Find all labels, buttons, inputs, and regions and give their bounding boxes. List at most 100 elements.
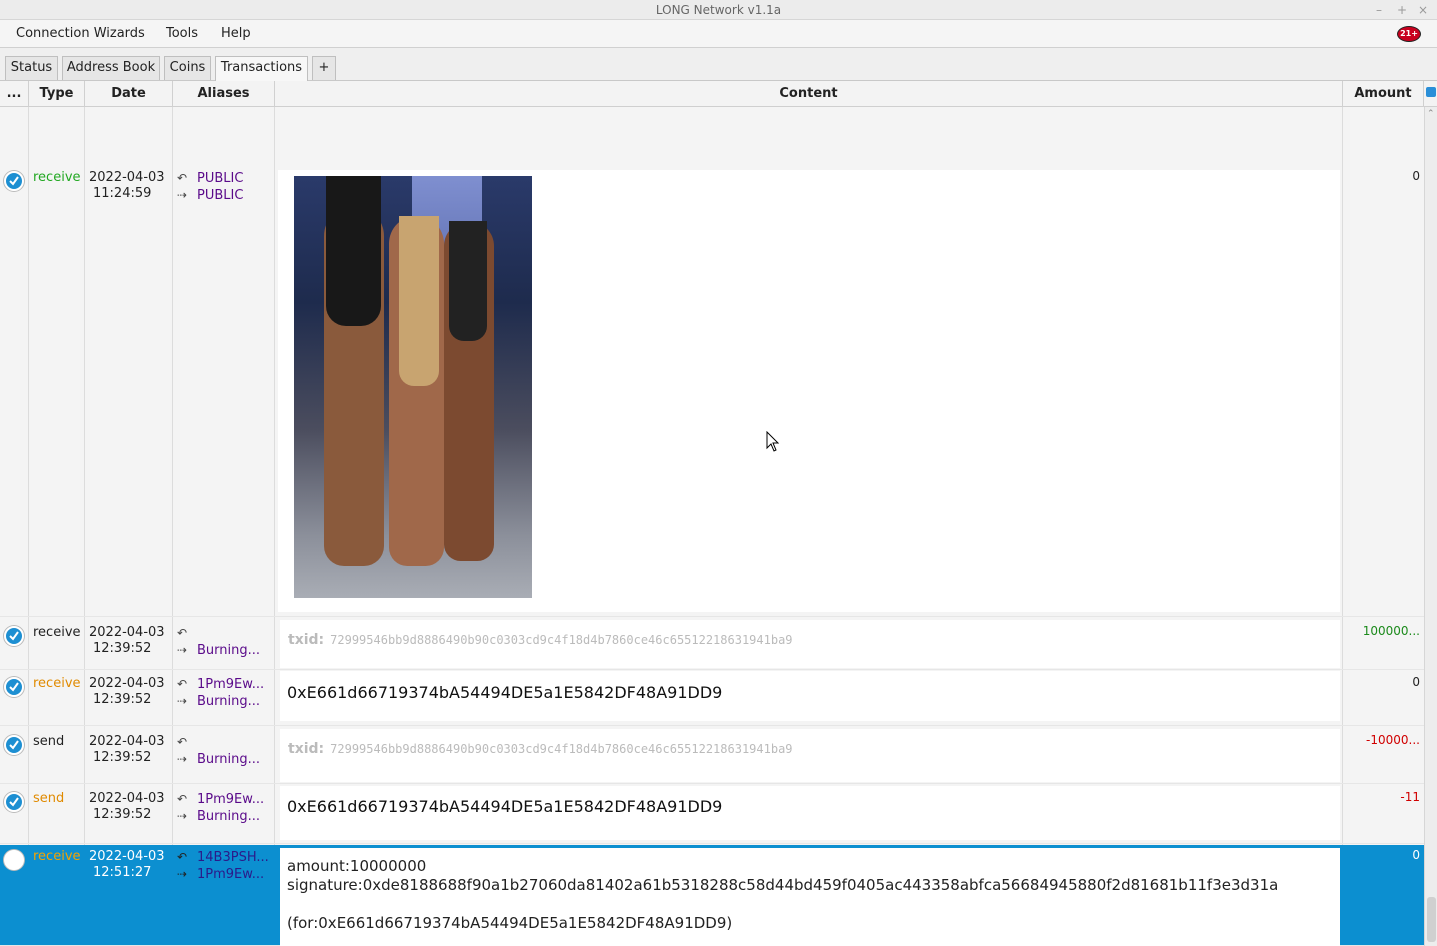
- reply-arrow-icon: ↶: [177, 626, 188, 640]
- signature-field: signature:0xde8188688f90a1b27060da81402a…: [287, 876, 1279, 894]
- attached-photo[interactable]: [294, 176, 532, 598]
- date-cell: 2022-04-03 12:39:52: [89, 734, 165, 766]
- txid-value[interactable]: 72999546bb9d8886490b90c0303cd9c4f18d4b78…: [330, 633, 792, 647]
- table-row-selected[interactable]: receive 2022-04-03 12:51:27 ↶ 14B3PSH... ⇢…: [0, 845, 1424, 946]
- date-text: 2022-04-03: [89, 734, 165, 749]
- confirmed-check-icon: [4, 677, 24, 697]
- column-picker-icon[interactable]: [1426, 87, 1436, 97]
- table-row[interactable]: receive 2022-04-03 12:39:52 ↶ ⇢ Burning...…: [0, 620, 1424, 670]
- scroll-thumb[interactable]: [1427, 897, 1436, 942]
- minimize-icon[interactable]: –: [1376, 0, 1382, 20]
- maximize-icon[interactable]: +: [1397, 0, 1407, 20]
- aliases-cell: ↶ PUBLIC ⇢ PUBLIC: [177, 170, 243, 204]
- amount-value: -10000...: [1366, 733, 1420, 747]
- date-cell: 2022-04-03 12:39:52: [89, 791, 165, 823]
- date-text: 2022-04-03: [89, 170, 165, 185]
- txid-label: txid:: [288, 741, 325, 757]
- content-cell[interactable]: amount:10000000 signature:0xde8188688f90…: [280, 848, 1340, 946]
- table-row[interactable]: send 2022-04-03 12:39:52 ↶ 1Pm9Ew... ⇢ Burn…: [0, 786, 1424, 844]
- confirmed-check-icon: [4, 792, 24, 812]
- table-row[interactable]: receive 2022-04-03 12:39:52 ↶ 1Pm9Ew... ⇢ B…: [0, 671, 1424, 726]
- vertical-scrollbar[interactable]: ⌃: [1424, 107, 1437, 946]
- date-cell: 2022-04-03 12:39:52: [89, 625, 165, 657]
- tab-status[interactable]: Status: [5, 56, 58, 80]
- amount-value: 0: [1412, 675, 1420, 689]
- window-title: LONG Network v1.1a: [655, 3, 782, 17]
- aliases-cell: ↶ 1Pm9Ew... ⇢ Burning...: [177, 676, 264, 710]
- txid-value[interactable]: 72999546bb9d8886490b90c0303cd9c4f18d4b78…: [330, 742, 792, 756]
- type-label: send: [33, 791, 65, 806]
- amount-value: 100000...: [1362, 624, 1420, 638]
- confirmed-check-icon: [4, 171, 24, 191]
- reply-arrow-icon: ↶: [177, 171, 188, 185]
- tab-coins[interactable]: Coins: [164, 56, 211, 80]
- type-label: receive: [33, 170, 81, 185]
- date-cell: 2022-04-03 12:51:27: [89, 849, 165, 881]
- menu-bar: Connection Wizards Tools Help: [0, 20, 1437, 48]
- amount-value: 0: [1412, 169, 1420, 183]
- content-cell[interactable]: txid: 72999546bb9d8886490b90c0303cd9c4f18…: [280, 620, 1340, 668]
- alias-to[interactable]: Burning...: [197, 694, 260, 709]
- age-badge-icon: 21+: [1397, 26, 1421, 42]
- content-cell[interactable]: [278, 170, 1340, 612]
- type-label: receive: [33, 625, 81, 640]
- close-icon[interactable]: ×: [1418, 0, 1428, 20]
- reply-arrow-icon: ↶: [177, 735, 188, 749]
- column-header-options[interactable]: ...: [0, 81, 29, 107]
- alias-to[interactable]: PUBLIC: [197, 188, 243, 203]
- alias-to[interactable]: 1Pm9Ew...: [197, 867, 264, 882]
- address-text[interactable]: 0xE661d66719374bA54494DE5a1E5842DF48A91D…: [287, 797, 722, 816]
- address-text[interactable]: 0xE661d66719374bA54494DE5a1E5842DF48A91D…: [287, 683, 722, 702]
- date-text: 2022-04-03: [89, 849, 165, 864]
- transactions-table: receive 2022-04-03 11:24:59 ↶ PUBLIC ⇢ PUBL…: [0, 107, 1424, 946]
- alias-from[interactable]: PUBLIC: [197, 171, 243, 186]
- alias-to[interactable]: Burning...: [197, 809, 260, 824]
- forward-arrow-icon: ⇢: [177, 188, 188, 202]
- content-cell[interactable]: txid: 72999546bb9d8886490b90c0303cd9c4f18…: [280, 729, 1340, 782]
- content-cell[interactable]: 0xE661d66719374bA54494DE5a1E5842DF48A91D…: [280, 786, 1340, 840]
- menu-help[interactable]: Help: [221, 26, 251, 41]
- table-row[interactable]: receive 2022-04-03 11:24:59 ↶ PUBLIC ⇢ PUBL…: [0, 165, 1424, 617]
- forward-arrow-icon: ⇢: [177, 694, 188, 708]
- menu-connection-wizards[interactable]: Connection Wizards: [16, 26, 145, 41]
- forward-arrow-icon: ⇢: [177, 867, 188, 881]
- tab-transactions[interactable]: Transactions: [215, 56, 308, 81]
- date-text: 2022-04-03: [89, 791, 165, 806]
- type-label: receive: [33, 676, 81, 691]
- title-bar: LONG Network v1.1a: [0, 0, 1437, 20]
- menu-tools[interactable]: Tools: [166, 26, 198, 41]
- tab-add-button[interactable]: +: [312, 56, 336, 80]
- time-text: 12:39:52: [93, 692, 152, 707]
- photo-hair: [326, 176, 381, 326]
- column-header-content[interactable]: Content: [275, 81, 1343, 107]
- for-field: (for:0xE661d66719374bA54494DE5a1E5842DF4…: [287, 914, 733, 932]
- scroll-up-icon[interactable]: ⌃: [1427, 109, 1435, 119]
- aliases-cell: ↶ 14B3PSH... ⇢ 1Pm9Ew...: [177, 849, 269, 883]
- reply-arrow-icon: ↶: [177, 792, 188, 806]
- amount-value: -11: [1400, 790, 1420, 804]
- aliases-cell: ↶ ⇢ Burning...: [177, 734, 260, 768]
- forward-arrow-icon: ⇢: [177, 752, 188, 766]
- time-text: 12:51:27: [93, 865, 152, 880]
- column-header-type[interactable]: Type: [29, 81, 85, 107]
- content-cell[interactable]: 0xE661d66719374bA54494DE5a1E5842DF48A91D…: [280, 671, 1340, 721]
- tab-address-book[interactable]: Address Book: [62, 56, 160, 80]
- column-header-date[interactable]: Date: [85, 81, 173, 107]
- column-header-aliases[interactable]: Aliases: [173, 81, 275, 107]
- time-text: 12:39:52: [93, 750, 152, 765]
- confirmed-check-icon: [4, 735, 24, 755]
- column-header-amount[interactable]: Amount: [1343, 81, 1424, 107]
- table-row[interactable]: send 2022-04-03 12:39:52 ↶ ⇢ Burning... tx…: [0, 729, 1424, 784]
- table-header: ... Type Date Aliases Content Amount: [0, 81, 1437, 107]
- amount-field: amount:10000000: [287, 857, 427, 875]
- alias-from[interactable]: 14B3PSH...: [197, 850, 269, 865]
- alias-from[interactable]: 1Pm9Ew...: [197, 792, 264, 807]
- tab-bar: Status Address Book Coins Transactions +: [0, 48, 1437, 81]
- unconfirmed-circle-icon: [4, 850, 24, 870]
- alias-from[interactable]: 1Pm9Ew...: [197, 677, 264, 692]
- photo-hair: [399, 216, 439, 386]
- alias-to[interactable]: Burning...: [197, 752, 260, 767]
- alias-to[interactable]: Burning...: [197, 643, 260, 658]
- date-cell: 2022-04-03 11:24:59: [89, 170, 165, 202]
- forward-arrow-icon: ⇢: [177, 809, 188, 823]
